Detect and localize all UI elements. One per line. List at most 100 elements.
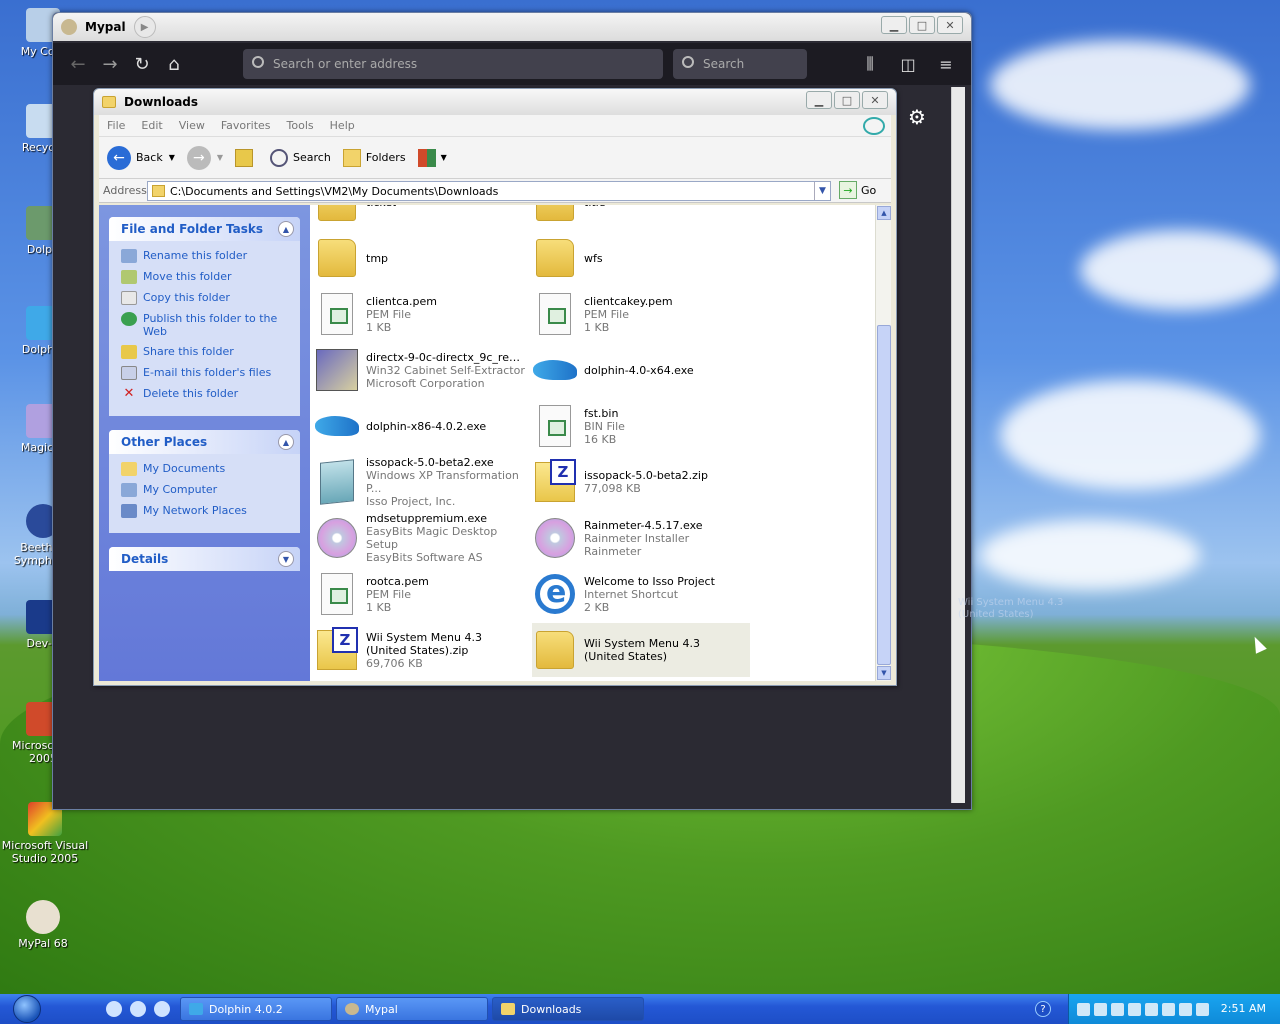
menu-view[interactable]: View xyxy=(179,119,205,132)
search-button[interactable]: Search xyxy=(270,148,331,167)
minimize-button[interactable]: ▁ xyxy=(881,16,907,34)
tray-volume-icon[interactable] xyxy=(1094,1002,1107,1016)
file-item[interactable]: issopack-5.0-beta2.exe Windows XP Transfo… xyxy=(314,455,532,509)
close-button[interactable]: ✕ xyxy=(937,16,963,34)
vertical-scrollbar[interactable]: ▲ ▼ xyxy=(875,205,891,681)
close-button[interactable]: ✕ xyxy=(862,91,888,109)
task-email-files[interactable]: E-mail this folder's files xyxy=(121,366,290,380)
views-button[interactable]: ▼ xyxy=(417,148,447,167)
explorer-icon[interactable] xyxy=(130,1001,146,1017)
task-delete-folder[interactable]: ✕ Delete this folder xyxy=(121,387,290,401)
maximize-button[interactable]: □ xyxy=(834,91,860,109)
place-my-documents[interactable]: My Documents xyxy=(121,462,290,476)
quick-launch xyxy=(106,1001,176,1017)
file-item[interactable]: wfs xyxy=(532,231,750,285)
file-info: tmp xyxy=(366,252,388,265)
go-button[interactable]: → Go xyxy=(839,181,876,199)
expand-icon[interactable]: ▼ xyxy=(278,551,294,567)
panel-header[interactable]: Details ▼ xyxy=(109,547,300,571)
file-item[interactable]: mdsetuppremium.exe EasyBits Magic Desktop… xyxy=(314,511,532,565)
home-icon[interactable]: ⌂ xyxy=(159,49,189,79)
file-item[interactable]: rootca.pem PEM File 1 KB xyxy=(314,567,532,621)
forward-icon[interactable]: → xyxy=(95,49,125,79)
scroll-up-icon[interactable]: ▲ xyxy=(877,206,891,220)
place-my-computer[interactable]: My Computer xyxy=(121,483,290,497)
file-item[interactable]: Welcome to Isso ProjectInternet Shortcut… xyxy=(532,567,750,621)
chevron-down-icon[interactable]: ▼ xyxy=(814,182,830,200)
browser-scrollbar[interactable] xyxy=(951,87,965,803)
file-item[interactable]: ticket xyxy=(314,205,532,229)
media-icon[interactable] xyxy=(154,1001,170,1017)
scroll-thumb[interactable] xyxy=(877,325,891,665)
file-item[interactable]: issopack-5.0-beta2.zip77,098 KB xyxy=(532,455,750,509)
task-move-folder[interactable]: Move this folder xyxy=(121,270,290,284)
menu-help[interactable]: Help xyxy=(330,119,355,132)
tray-app-icon[interactable] xyxy=(1162,1002,1175,1016)
desktop-icon-visual-studio[interactable]: Microsoft Visual Studio 2005 xyxy=(0,802,90,865)
tray-language-icon[interactable] xyxy=(1196,1002,1209,1016)
help-icon[interactable]: ? xyxy=(1035,1001,1051,1017)
maximize-button[interactable]: □ xyxy=(909,16,935,34)
back-icon[interactable]: ← xyxy=(63,49,93,79)
collapse-icon[interactable]: ▲ xyxy=(278,221,294,237)
scroll-down-icon[interactable]: ▼ xyxy=(877,666,891,680)
ie-icon[interactable] xyxy=(106,1001,122,1017)
explorer-titlebar[interactable]: Downloads ▁ □ ✕ xyxy=(94,89,896,115)
reload-icon[interactable]: ↻ xyxy=(127,49,157,79)
file-item[interactable]: tmp xyxy=(314,231,532,285)
clock[interactable]: 2:51 AM xyxy=(1221,1002,1266,1015)
sidebar-icon[interactable]: ◫ xyxy=(893,49,923,79)
taskbar-button-dolphin[interactable]: Dolphin 4.0.2 xyxy=(180,997,332,1021)
play-icon[interactable]: ▶ xyxy=(133,16,156,38)
panel-header[interactable]: Other Places ▲ xyxy=(109,430,300,454)
gear-icon[interactable]: ⚙ xyxy=(908,105,926,129)
panel-header[interactable]: File and Folder Tasks ▲ xyxy=(109,217,300,241)
file-item[interactable]: title xyxy=(532,205,750,229)
file-item[interactable]: dolphin-x86-4.0.2.exe xyxy=(314,399,532,453)
file-item[interactable]: Rainmeter-4.5.17.exe Rainmeter Installer R… xyxy=(532,511,750,565)
tray-app-icon[interactable] xyxy=(1111,1002,1124,1016)
forward-button[interactable]: → ▼ xyxy=(186,145,223,170)
mypal-titlebar[interactable]: Mypal ▶ ▁ □ ✕ xyxy=(53,13,971,41)
file-list: tickettitle tmp wfs clientca.pemPEM File1 K… xyxy=(310,205,891,681)
up-folder-button[interactable] xyxy=(235,148,258,167)
place-my-network[interactable]: My Network Places xyxy=(121,504,290,518)
task-rename-folder[interactable]: Rename this folder xyxy=(121,249,290,263)
menu-file[interactable]: File xyxy=(107,119,125,132)
menu-favorites[interactable]: Favorites xyxy=(221,119,271,132)
collapse-icon[interactable]: ▲ xyxy=(278,434,294,450)
email-icon xyxy=(121,366,137,380)
tray-app-icon[interactable] xyxy=(1145,1002,1158,1016)
library-icon[interactable]: ⫼ xyxy=(855,49,885,79)
task-publish-web[interactable]: Publish this folder to the Web xyxy=(121,312,290,338)
back-button[interactable]: ← Back ▼ xyxy=(107,145,175,170)
file-item[interactable]: dolphin-4.0-x64.exe xyxy=(532,343,750,397)
folders-button[interactable]: Folders xyxy=(342,148,406,167)
file-info: wfs xyxy=(584,252,603,265)
file-item[interactable]: directx-9-0c-directx_9c_redist... Win32 C… xyxy=(314,343,532,397)
start-button[interactable] xyxy=(0,994,54,1024)
desktop-icon-mypal[interactable]: MyPal 68 xyxy=(0,900,86,950)
taskbar-button-downloads[interactable]: Downloads xyxy=(492,997,644,1021)
tray-app-icon[interactable] xyxy=(1128,1002,1141,1016)
address-input[interactable]: C:\Documents and Settings\VM2\My Documen… xyxy=(147,181,831,201)
tray-search-icon[interactable] xyxy=(1179,1002,1192,1016)
file-name: Welcome to Isso Project xyxy=(584,574,715,588)
search-input[interactable]: Search xyxy=(673,49,807,79)
task-share-folder[interactable]: Share this folder xyxy=(121,345,290,359)
menu-tools[interactable]: Tools xyxy=(287,119,314,132)
minimize-button[interactable]: ▁ xyxy=(806,91,832,109)
file-item[interactable]: clientca.pem PEM File 1 KB xyxy=(314,287,532,341)
file-item[interactable]: clientcakey.pem PEM File 1 KB xyxy=(532,287,750,341)
file-item[interactable]: Wii System Menu 4.3 (United States).zip6… xyxy=(314,623,532,677)
menu-edit[interactable]: Edit xyxy=(141,119,162,132)
menu-icon[interactable]: ≡ xyxy=(931,49,961,79)
tray-network-icon[interactable] xyxy=(1077,1002,1090,1016)
file-item[interactable]: Wii System Menu 4.3 (United States) xyxy=(532,623,750,677)
url-bar[interactable]: Search or enter address xyxy=(243,49,663,79)
taskbar-button-mypal[interactable]: Mypal xyxy=(336,997,488,1021)
search-placeholder: Search xyxy=(703,57,745,71)
folder-icon xyxy=(532,627,578,673)
file-item[interactable]: fst.bin BIN File 16 KB xyxy=(532,399,750,453)
task-copy-folder[interactable]: Copy this folder xyxy=(121,291,290,305)
